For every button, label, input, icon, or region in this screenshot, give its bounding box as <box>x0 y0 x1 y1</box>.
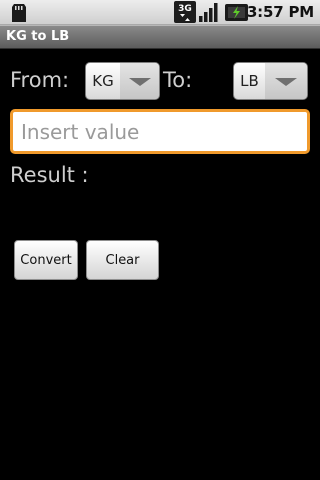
battery-icon <box>225 4 248 21</box>
network-type-label: 3G <box>178 4 192 14</box>
from-unit-dropdown-icon-box <box>120 63 159 99</box>
chevron-down-icon <box>128 78 151 86</box>
sd-card-icon <box>12 4 26 22</box>
to-unit-dropdown-icon-box <box>265 63 307 99</box>
convert-button[interactable]: Convert <box>14 240 78 280</box>
title-bar: KG to LB <box>0 25 320 49</box>
signal-icon <box>199 3 218 22</box>
to-unit-spinner[interactable]: LB <box>233 62 308 100</box>
chevron-down-icon <box>275 78 297 86</box>
value-input-frame <box>10 109 310 154</box>
from-unit-spinner[interactable]: KG <box>85 62 160 100</box>
result-label: Result : <box>10 163 89 187</box>
from-label: From: <box>10 68 70 92</box>
status-bar: 3G 3:57 PM <box>0 0 320 25</box>
app-title: KG to LB <box>6 29 70 44</box>
clear-button[interactable]: Clear <box>86 240 159 280</box>
value-input[interactable] <box>13 112 307 151</box>
3g-data-icon: 3G <box>174 1 196 23</box>
from-unit-value: KG <box>92 72 114 90</box>
to-label: To: <box>163 68 193 92</box>
to-unit-value: LB <box>240 72 259 90</box>
status-time: 3:57 PM <box>246 3 314 21</box>
